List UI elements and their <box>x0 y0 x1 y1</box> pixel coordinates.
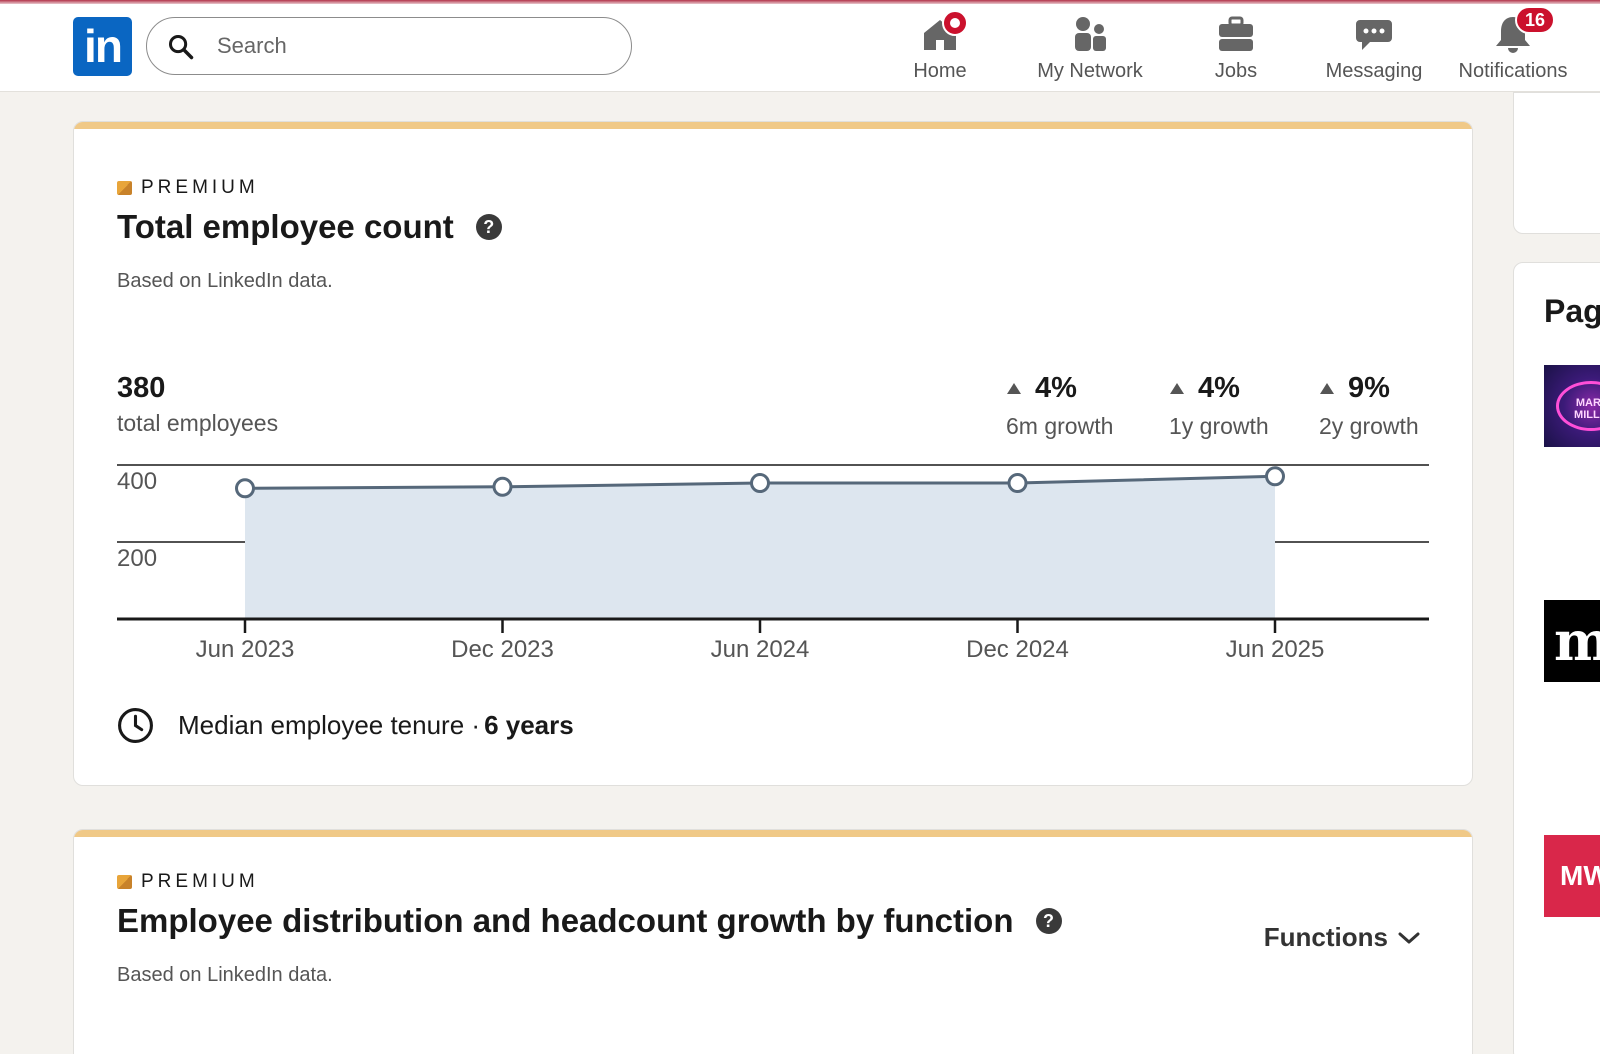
growth-1y-value: 4% <box>1198 372 1240 404</box>
nav-notifications[interactable]: 16 Notifications <box>1450 6 1576 86</box>
help-icon[interactable]: ? <box>1035 908 1062 934</box>
page-thumbnail-2[interactable]: mi <box>1544 600 1600 682</box>
premium-accent-bar <box>74 122 1472 129</box>
bell-icon: 16 <box>1493 6 1555 54</box>
people-icon <box>1070 14 1110 54</box>
nav-jobs-label: Jobs <box>1214 60 1258 82</box>
global-nav: in Home My Network <box>0 4 1600 92</box>
growth-6m: 4% 6m growth <box>1006 372 1113 440</box>
functions-dropdown-label: Functions <box>1263 922 1388 952</box>
premium-tag: PREMIUM <box>117 871 259 893</box>
chevron-down-icon <box>1398 932 1420 943</box>
clock-icon <box>118 708 153 743</box>
data-point <box>1265 466 1285 487</box>
up-triangle-icon <box>1320 383 1334 394</box>
growth-6m-label: 6m growth <box>1006 413 1114 439</box>
growth-6m-value: 4% <box>1035 372 1077 404</box>
thumbnail-2-text: mi <box>1554 609 1600 673</box>
growth-2y: 9% 2y growth <box>1319 372 1419 440</box>
total-employees-value: 380 <box>117 372 166 404</box>
premium-icon <box>117 875 132 889</box>
card-title-text: Total employee count <box>117 208 454 245</box>
median-tenure-value: 6 years <box>484 710 574 740</box>
nav-jobs[interactable]: Jobs <box>1196 14 1276 86</box>
growth-1y-label: 1y growth <box>1169 413 1269 439</box>
x-tick-label: Jun 2023 <box>196 636 295 663</box>
card-subtitle: Based on LinkedIn data. <box>117 964 333 986</box>
data-point <box>1007 473 1028 494</box>
x-tick-label: Jun 2025 <box>1226 636 1325 663</box>
card-title: Total employee count ? <box>117 208 502 246</box>
growth-2y-label: 2y growth <box>1319 413 1419 439</box>
thumbnail-1-text: THE MARKETI MILLENNI <box>1574 397 1600 421</box>
nav-home[interactable]: Home <box>900 10 980 86</box>
card-title-text: Employee distribution and headcount grow… <box>117 902 1014 939</box>
linkedin-logo[interactable]: in <box>73 17 132 76</box>
median-tenure-label: Median employee tenure · <box>178 710 481 740</box>
search-icon <box>168 34 194 60</box>
nav-home-label: Home <box>913 60 967 82</box>
premium-accent-bar <box>74 830 1472 837</box>
total-employee-count-card: PREMIUM Total employee count ? Based on … <box>73 121 1473 786</box>
nav-notifications-label: Notifications <box>1458 60 1568 82</box>
nav-messaging[interactable]: Messaging <box>1316 14 1432 86</box>
nav-messaging-label: Messaging <box>1325 60 1423 82</box>
home-notification-dot <box>942 10 968 36</box>
nav-my-network[interactable]: My Network <box>1022 14 1158 86</box>
sidebar-title: Pag <box>1544 293 1600 329</box>
x-tick-label: Jun 2024 <box>711 636 810 663</box>
up-triangle-icon <box>1007 383 1021 394</box>
search-input[interactable] <box>217 28 597 64</box>
employee-distribution-card: PREMIUM Employee distribution and headco… <box>73 829 1473 1054</box>
median-tenure: Median employee tenure · 6 years <box>117 707 574 744</box>
premium-label: PREMIUM <box>141 177 259 198</box>
premium-label: PREMIUM <box>141 871 259 892</box>
x-tick-label: Dec 2024 <box>966 636 1069 663</box>
sidebar-card-top <box>1513 92 1600 234</box>
growth-2y-value: 9% <box>1348 372 1390 404</box>
total-employees-label: total employees <box>117 410 279 436</box>
notifications-count-badge: 16 <box>1515 6 1555 34</box>
briefcase-icon <box>1216 14 1256 54</box>
functions-dropdown[interactable]: Functions <box>1264 922 1420 953</box>
y-tick-label: 400 <box>117 468 157 495</box>
help-icon[interactable]: ? <box>475 214 502 240</box>
chat-bubble-icon <box>1354 14 1394 54</box>
x-tick-label: Dec 2023 <box>451 636 554 663</box>
page-thumbnail-1[interactable]: THE MARKETI MILLENNI <box>1544 365 1600 447</box>
premium-icon <box>117 181 132 195</box>
up-triangle-icon <box>1170 383 1184 394</box>
growth-1y: 4% 1y growth <box>1169 372 1269 440</box>
search-box[interactable] <box>146 17 632 75</box>
nav-my-network-label: My Network <box>1037 60 1143 82</box>
data-point <box>235 478 255 499</box>
data-point <box>492 476 513 497</box>
home-icon <box>920 10 968 54</box>
data-point <box>750 473 770 494</box>
page-thumbnail-3[interactable]: MW <box>1544 835 1600 917</box>
sidebar-pages-card: Pag THE MARKETI MILLENNI mi MW <box>1513 262 1600 1054</box>
y-tick-label: 200 <box>117 545 157 572</box>
card-title: Employee distribution and headcount grow… <box>117 902 1062 940</box>
employee-count-chart: 400 200 Jun 2023 Dec 2023 Jun 2024 Dec 2024 Ju… <box>117 464 1429 663</box>
thumbnail-3-text: MW <box>1560 860 1600 891</box>
card-subtitle: Based on LinkedIn data. <box>117 270 333 292</box>
premium-tag: PREMIUM <box>117 177 259 199</box>
area-fill <box>245 476 1275 619</box>
